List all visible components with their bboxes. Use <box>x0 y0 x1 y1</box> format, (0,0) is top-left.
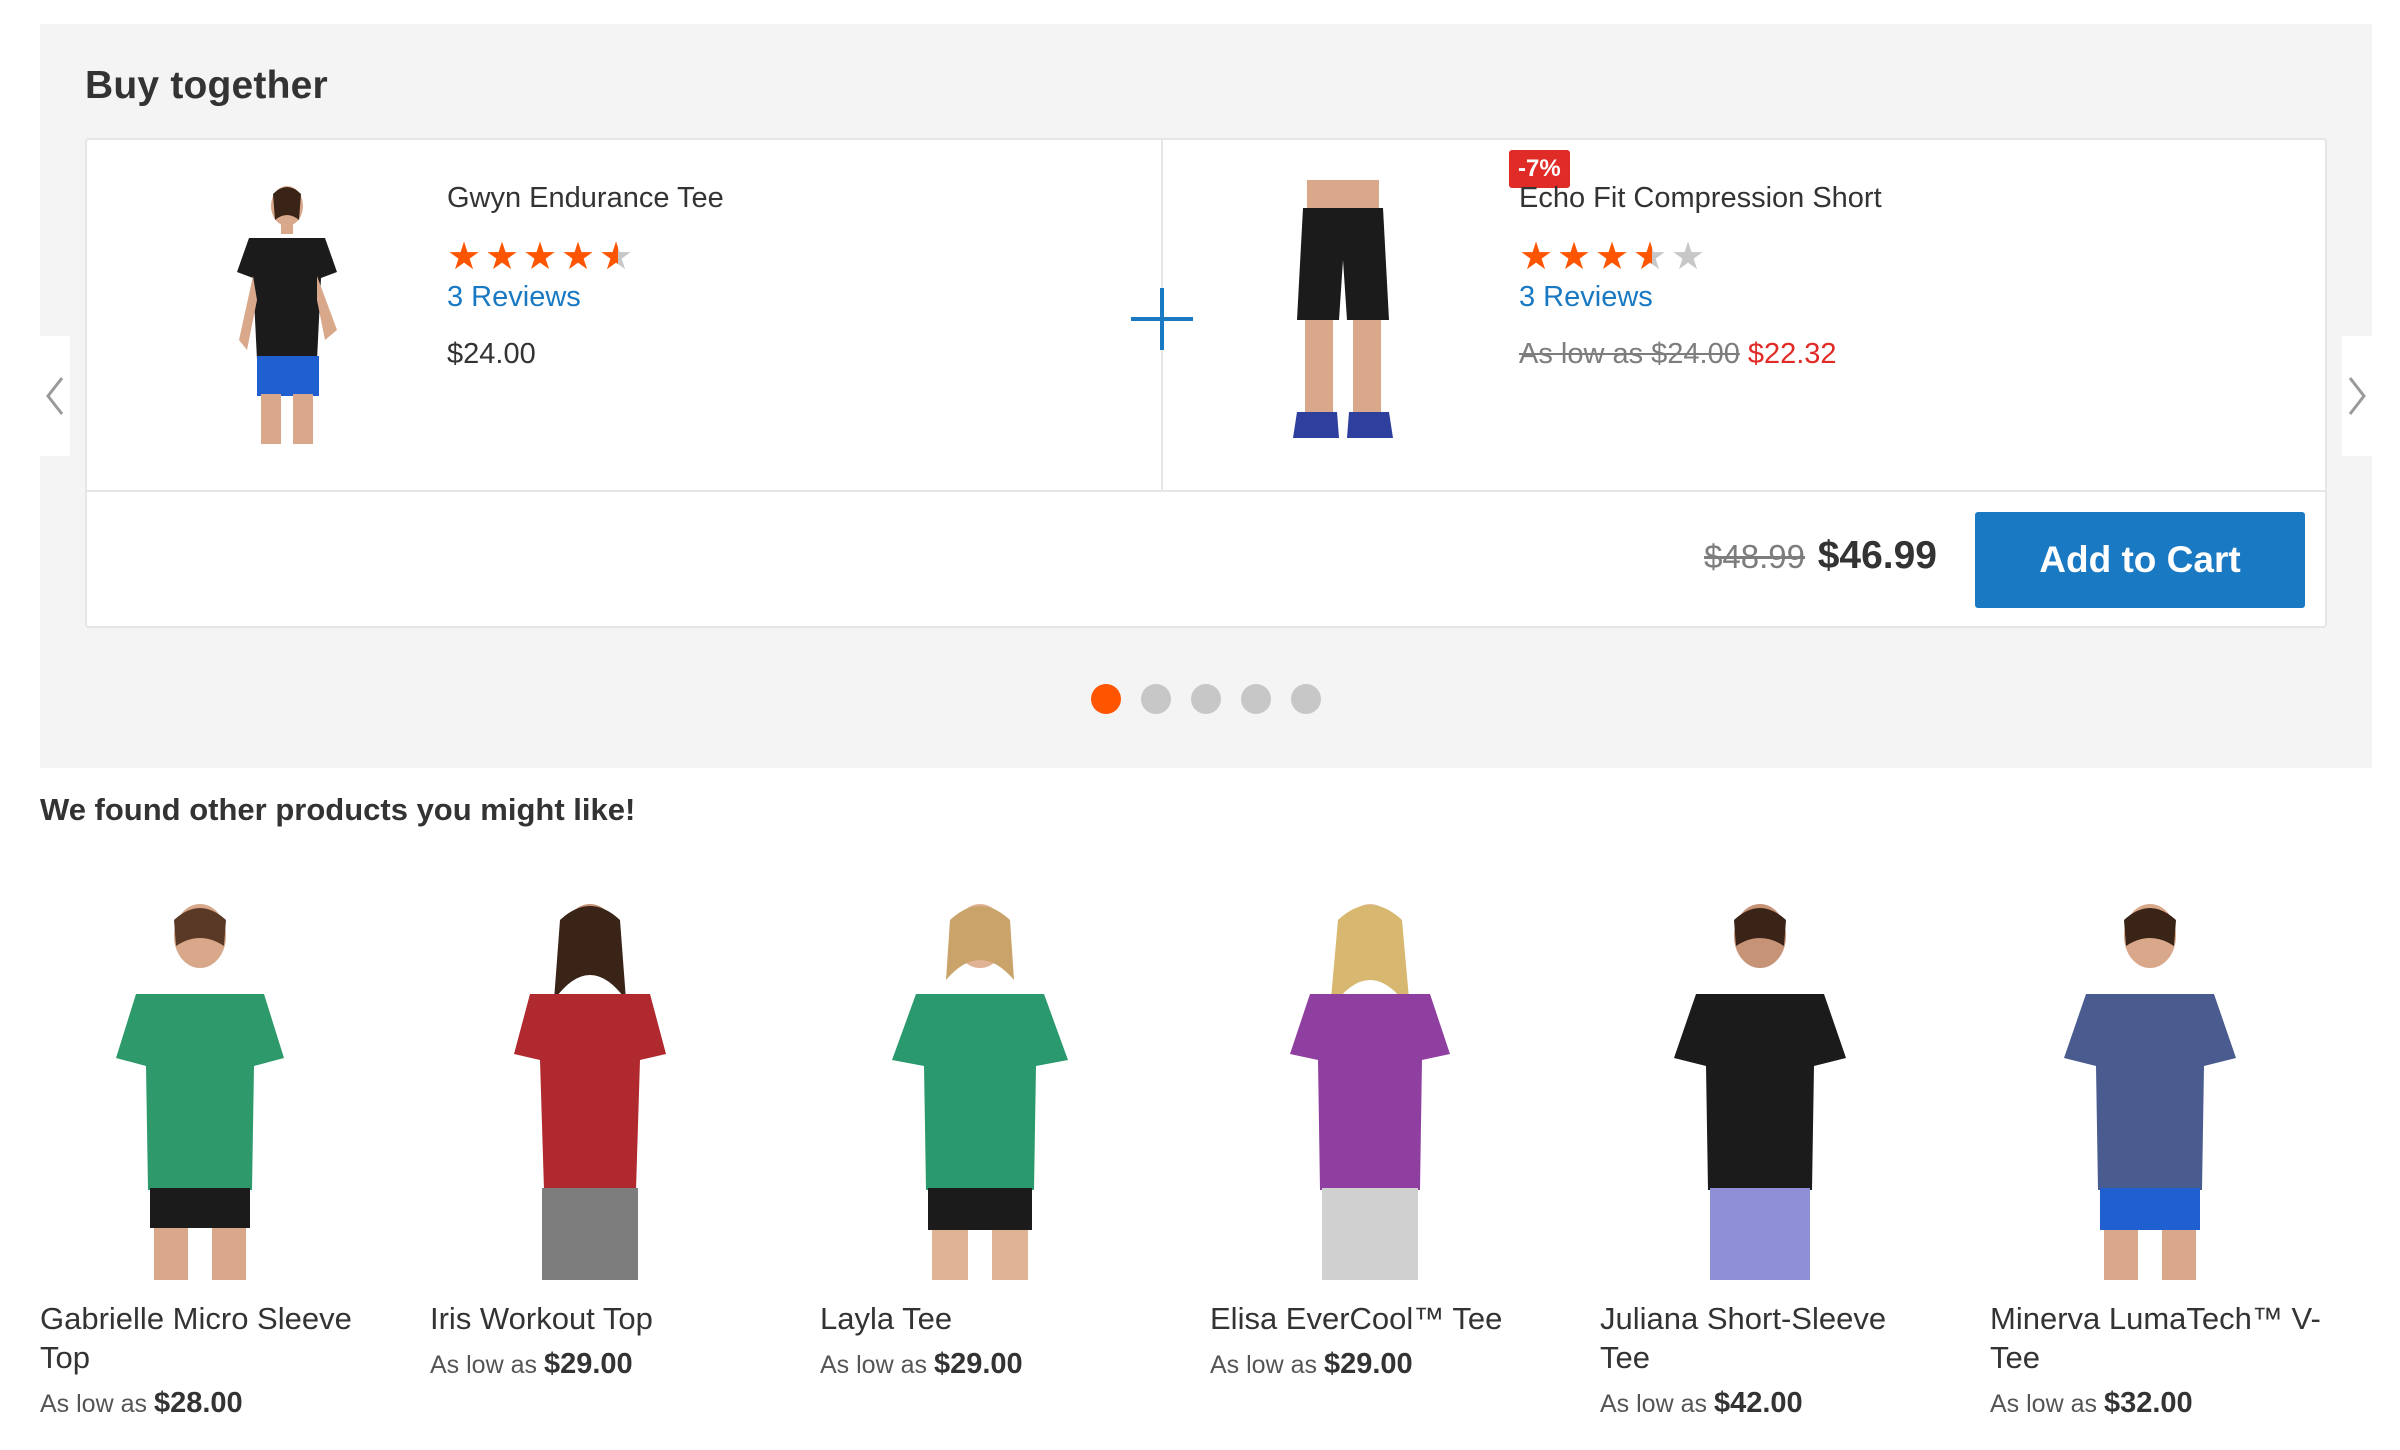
related-product: Minerva LumaTech™ V-Tee As low as $32.00 <box>1990 890 2330 1420</box>
sale-price: $22.32 <box>1747 338 1837 370</box>
related-product-name[interactable]: Gabrielle Micro Sleeve Top <box>40 1299 380 1377</box>
bundle-total: $46.99 <box>1817 534 1937 577</box>
product-price: As low as $24.00 $22.32 <box>1519 338 1882 371</box>
pager-dot[interactable] <box>1291 684 1321 714</box>
bundle-product-info: Gwyn Endurance Tee ★ ★ ★ ★ ★ 3 Reviews $… <box>447 182 724 371</box>
star-icon: ★ <box>1557 236 1592 278</box>
star-icon: ★ <box>447 236 482 278</box>
reviews-link[interactable]: 3 Reviews <box>447 281 724 314</box>
chevron-right-icon <box>2348 377 2366 415</box>
bundle-old-total: $48.99 <box>1704 538 1805 575</box>
related-product: Layla Tee As low as $29.00 <box>820 890 1160 1381</box>
price-amount: $42.00 <box>1713 1387 1803 1419</box>
related-product-price: As low as $29.00 <box>1210 1348 1550 1381</box>
old-price: As low as $24.00 <box>1519 338 1740 370</box>
bundle-product: Gwyn Endurance Tee ★ ★ ★ ★ ★ 3 Reviews $… <box>87 140 1161 492</box>
price-amount: $29.00 <box>1323 1348 1413 1380</box>
price-amount: $29.00 <box>933 1348 1023 1380</box>
star-empty-icon: ★ <box>1671 236 1706 278</box>
related-product-price: As low as $28.00 <box>40 1387 380 1420</box>
carousel-next-button[interactable] <box>2342 336 2372 456</box>
product-image[interactable] <box>1990 890 2310 1280</box>
bundle-footer: $48.99 $46.99 Add to Cart <box>87 492 2325 628</box>
related-product-price: As low as $29.00 <box>820 1348 1160 1381</box>
related-product: Elisa EverCool™ Tee As low as $29.00 <box>1210 890 1550 1381</box>
buy-together-section: Buy together Gwyn Endurance Tee ★ ★ ★ ★ … <box>40 24 2372 768</box>
product-image[interactable] <box>1210 890 1530 1280</box>
buy-together-title: Buy together <box>85 64 328 107</box>
star-icon: ★ <box>1595 236 1630 278</box>
star-icon: ★ <box>561 236 596 278</box>
price-prefix: As low as <box>40 1390 147 1418</box>
add-to-cart-button[interactable]: Add to Cart <box>1975 512 2305 608</box>
star-half-icon: ★ <box>1633 238 1669 276</box>
product-image[interactable] <box>1600 890 1920 1280</box>
related-title: We found other products you might like! <box>40 792 636 827</box>
reviews-link[interactable]: 3 Reviews <box>1519 281 1882 314</box>
product-price: $24.00 <box>447 338 536 370</box>
product-image[interactable] <box>820 890 1140 1280</box>
related-products-grid: Gabrielle Micro Sleeve Top As low as $28… <box>40 890 2372 1430</box>
star-icon: ★ <box>1519 236 1554 278</box>
product-image[interactable] <box>1243 180 1443 450</box>
carousel-prev-button[interactable] <box>40 336 70 456</box>
related-product-price: As low as $29.00 <box>430 1348 770 1381</box>
related-product: Iris Workout Top As low as $29.00 <box>430 890 770 1381</box>
rating-stars: ★ ★ ★ ★ ★ <box>447 236 724 278</box>
price-prefix: As low as <box>430 1351 537 1379</box>
rating-stars: ★ ★ ★ ★ ★ <box>1519 236 1882 278</box>
pager-dot[interactable] <box>1141 684 1171 714</box>
product-name-link[interactable]: Echo Fit Compression Short <box>1519 182 1882 215</box>
carousel-pager <box>40 684 2372 714</box>
star-icon: ★ <box>523 236 558 278</box>
bundle-product: -7% Echo Fit Compression Short ★ ★ ★ ★ ★… <box>1163 140 2327 492</box>
bundle-card: Gwyn Endurance Tee ★ ★ ★ ★ ★ 3 Reviews $… <box>85 138 2327 628</box>
price-amount: $32.00 <box>2103 1387 2193 1419</box>
price-prefix: As low as <box>1990 1390 2097 1418</box>
price-prefix: As low as <box>1600 1390 1707 1418</box>
product-image[interactable] <box>430 890 750 1280</box>
star-half-icon: ★ <box>599 238 635 276</box>
bundle-product-info: Echo Fit Compression Short ★ ★ ★ ★ ★ 3 R… <box>1519 182 1882 371</box>
related-product-price: As low as $32.00 <box>1990 1387 2330 1420</box>
related-product: Juliana Short-Sleeve Tee As low as $42.0… <box>1600 890 1940 1420</box>
price-prefix: As low as <box>820 1351 927 1379</box>
related-product-name[interactable]: Juliana Short-Sleeve Tee <box>1600 1299 1940 1377</box>
related-product-name[interactable]: Elisa EverCool™ Tee <box>1210 1299 1550 1338</box>
star-icon: ★ <box>485 236 520 278</box>
price-amount: $28.00 <box>153 1387 243 1419</box>
related-product-price: As low as $42.00 <box>1600 1387 1940 1420</box>
related-product: Gabrielle Micro Sleeve Top As low as $28… <box>40 890 380 1420</box>
pager-dot[interactable] <box>1091 684 1121 714</box>
product-image[interactable] <box>187 180 387 450</box>
price-amount: $29.00 <box>543 1348 633 1380</box>
pager-dot[interactable] <box>1191 684 1221 714</box>
product-name-link[interactable]: Gwyn Endurance Tee <box>447 182 724 215</box>
pager-dot[interactable] <box>1241 684 1271 714</box>
bundle-products: Gwyn Endurance Tee ★ ★ ★ ★ ★ 3 Reviews $… <box>87 140 2325 492</box>
related-product-name[interactable]: Minerva LumaTech™ V-Tee <box>1990 1299 2330 1377</box>
price-prefix: As low as <box>1210 1351 1317 1379</box>
product-image[interactable] <box>40 890 360 1280</box>
related-product-name[interactable]: Layla Tee <box>820 1299 1160 1338</box>
chevron-left-icon <box>46 377 64 415</box>
related-product-name[interactable]: Iris Workout Top <box>430 1299 770 1338</box>
